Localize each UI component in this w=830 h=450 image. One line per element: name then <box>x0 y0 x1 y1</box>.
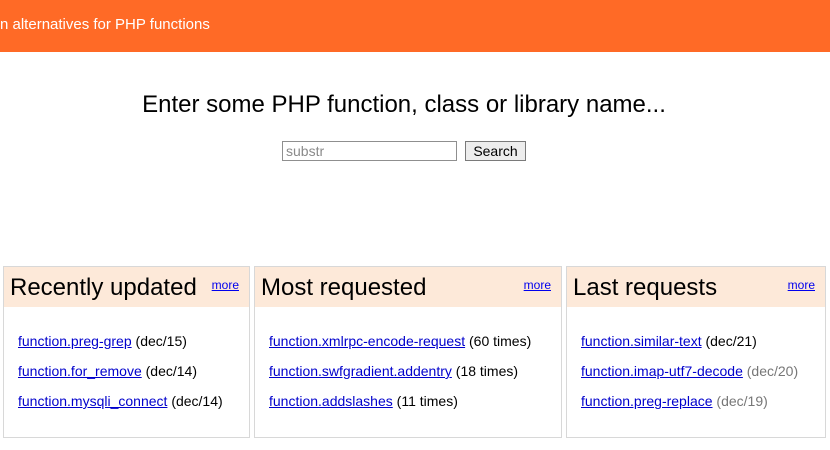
function-link[interactable]: function.preg-replace <box>581 393 713 409</box>
search-prompt: Enter some PHP function, class or librar… <box>142 91 666 118</box>
more-link[interactable]: more <box>212 278 239 292</box>
list-item: function.mysqli_connect (dec/14) <box>18 393 223 423</box>
search-input[interactable] <box>282 141 457 161</box>
item-list: function.preg-grep (dec/15) function.for… <box>18 333 223 423</box>
function-link[interactable]: function.imap-utf7-decode <box>581 363 743 379</box>
panel-header: Last requests more <box>567 267 825 307</box>
item-date: (dec/15) <box>135 333 187 349</box>
item-list: function.xmlrpc-encode-request (60 times… <box>269 333 531 423</box>
function-link[interactable]: function.similar-text <box>581 333 702 349</box>
list-item: function.addslashes (11 times) <box>269 393 531 423</box>
list-item: function.imap-utf7-decode (dec/20) <box>581 363 798 393</box>
list-item: function.xmlrpc-encode-request (60 times… <box>269 333 531 363</box>
list-item: function.swfgradient.addentry (18 times) <box>269 363 531 393</box>
more-link[interactable]: more <box>788 278 815 292</box>
panel-header: Recently updated more <box>4 267 249 307</box>
list-item: function.preg-replace (dec/19) <box>581 393 798 423</box>
search-button[interactable]: Search <box>465 141 526 161</box>
request-count: (11 times) <box>396 393 458 409</box>
function-link[interactable]: function.swfgradient.addentry <box>269 363 452 379</box>
request-count: (60 times) <box>469 333 532 349</box>
panel-title: Recently updated <box>10 274 197 301</box>
panel-last-requests: Last requests more function.similar-text… <box>566 266 826 438</box>
item-list: function.similar-text (dec/21) function.… <box>581 333 798 423</box>
item-date: (dec/20) <box>746 363 799 379</box>
request-count: (18 times) <box>455 363 519 379</box>
panel-header: Most requested more <box>255 267 561 307</box>
panel-recently-updated: Recently updated more function.preg-grep… <box>3 266 250 438</box>
more-link[interactable]: more <box>524 278 551 292</box>
function-link[interactable]: function.xmlrpc-encode-request <box>269 333 465 349</box>
item-date: (dec/14) <box>145 363 197 379</box>
function-link[interactable]: function.preg-grep <box>18 333 132 349</box>
item-date: (dec/14) <box>171 393 223 409</box>
site-banner: n alternatives for PHP functions <box>0 0 830 52</box>
list-item: function.for_remove (dec/14) <box>18 363 223 393</box>
item-date: (dec/19) <box>716 393 768 409</box>
panel-title: Most requested <box>261 274 427 301</box>
site-tagline: n alternatives for PHP functions <box>0 16 210 33</box>
panel-title: Last requests <box>573 274 718 301</box>
list-item: function.similar-text (dec/21) <box>581 333 798 363</box>
list-item: function.preg-grep (dec/15) <box>18 333 223 363</box>
panel-most-requested: Most requested more function.xmlrpc-enco… <box>254 266 562 438</box>
function-link[interactable]: function.for_remove <box>18 363 142 379</box>
function-link[interactable]: function.addslashes <box>269 393 393 409</box>
item-date: (dec/21) <box>705 333 757 349</box>
function-link[interactable]: function.mysqli_connect <box>18 393 167 409</box>
